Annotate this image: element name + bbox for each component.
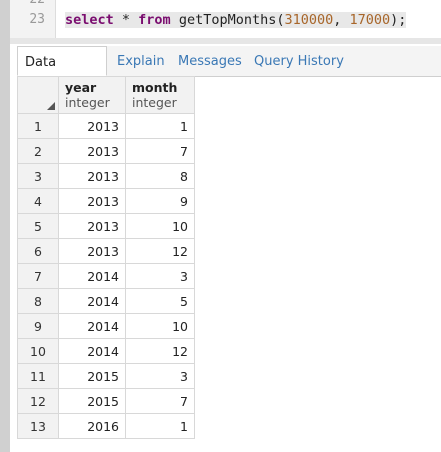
column-header-year[interactable]: year integer [58,76,126,114]
cell-year[interactable]: 2014 [58,338,126,364]
table-row[interactable]: 13 2016 1 [17,413,195,439]
query-arg-1: 310000 [284,12,334,28]
grid-body: 1 2013 1 2 2013 7 3 2013 8 4 2013 9 5 2013 10 6 2013 12 7 2… [17,113,195,439]
line-number: 23 [29,12,45,27]
tab-query-history[interactable]: Query History [254,46,344,76]
row-number[interactable]: 4 [17,188,59,214]
cell-year[interactable]: 2013 [58,113,126,139]
row-number[interactable]: 8 [17,288,59,314]
query-close: ); [390,12,407,28]
table-row[interactable]: 4 2013 9 [17,188,195,214]
cell-month[interactable]: 1 [125,413,195,439]
tab-data-output[interactable]: Data Output [17,46,107,102]
table-row[interactable]: 10 2014 12 [17,338,195,364]
line-number-gutter: 22 23 [10,0,56,38]
cell-month[interactable]: 10 [125,213,195,239]
cell-month[interactable]: 8 [125,163,195,189]
cell-year[interactable]: 2013 [58,188,126,214]
tab-messages[interactable]: Messages [178,46,242,76]
cell-month[interactable]: 5 [125,288,195,314]
column-name: month [132,80,178,95]
output-tabs: Data Output Explain Messages Query Histo… [17,46,441,102]
line-number: 22 [29,0,45,7]
table-row[interactable]: 12 2015 7 [17,388,195,414]
query-arg-2: 17000 [349,12,391,28]
cell-month[interactable]: 3 [125,363,195,389]
row-number[interactable]: 13 [17,413,59,439]
keyword-select: select [65,12,114,28]
query-star: * [113,12,139,28]
cell-year[interactable]: 2013 [58,213,126,239]
row-number[interactable]: 3 [17,163,59,189]
table-row[interactable]: 2 2013 7 [17,138,195,164]
table-row[interactable]: 3 2013 8 [17,163,195,189]
row-number[interactable]: 1 [17,113,59,139]
row-number[interactable]: 12 [17,388,59,414]
cell-year[interactable]: 2013 [58,138,126,164]
table-row[interactable]: 11 2015 3 [17,363,195,389]
cell-month[interactable]: 10 [125,313,195,339]
keyword-from: from [138,12,171,28]
row-number[interactable]: 7 [17,263,59,289]
table-row[interactable]: 6 2013 12 [17,238,195,264]
cell-month[interactable]: 12 [125,338,195,364]
result-grid: year integer month integer 1 2013 1 2 2013 7 3… [17,76,195,439]
column-header-month[interactable]: month integer [125,76,195,114]
column-type: integer [132,95,177,110]
cell-month[interactable]: 7 [125,138,195,164]
cell-year[interactable]: 2013 [58,238,126,264]
cell-year[interactable]: 2014 [58,288,126,314]
row-number[interactable]: 2 [17,138,59,164]
row-number[interactable]: 11 [17,363,59,389]
cell-month[interactable]: 3 [125,263,195,289]
table-row[interactable]: 5 2013 10 [17,213,195,239]
cell-year[interactable]: 2014 [58,263,126,289]
cell-year[interactable]: 2016 [58,413,126,439]
cell-year[interactable]: 2015 [58,363,126,389]
query-line[interactable]: select * from getTopMonths(310000, 17000… [65,12,407,28]
cell-year[interactable]: 2014 [58,313,126,339]
table-row[interactable]: 7 2014 3 [17,263,195,289]
query-function: getTopMonths( [170,12,285,28]
cell-year[interactable]: 2013 [58,163,126,189]
row-number[interactable]: 9 [17,313,59,339]
cell-month[interactable]: 9 [125,188,195,214]
cell-month[interactable]: 12 [125,238,195,264]
cell-year[interactable]: 2015 [58,388,126,414]
sort-icon [47,102,55,110]
column-type: integer [65,95,110,110]
cell-month[interactable]: 7 [125,388,195,414]
tab-explain[interactable]: Explain [117,46,165,76]
grid-corner[interactable] [17,76,59,114]
table-row[interactable]: 1 2013 1 [17,113,195,139]
panel-separator[interactable] [10,38,441,44]
query-comma: , [333,12,350,28]
cell-month[interactable]: 1 [125,113,195,139]
left-panel-edge [0,0,10,452]
row-number[interactable]: 10 [17,338,59,364]
row-number[interactable]: 6 [17,238,59,264]
table-row[interactable]: 8 2014 5 [17,288,195,314]
column-name: year [65,80,97,95]
query-editor[interactable]: 22 23 select * from getTopMonths(310000,… [10,0,441,38]
table-row[interactable]: 9 2014 10 [17,313,195,339]
row-number[interactable]: 5 [17,213,59,239]
